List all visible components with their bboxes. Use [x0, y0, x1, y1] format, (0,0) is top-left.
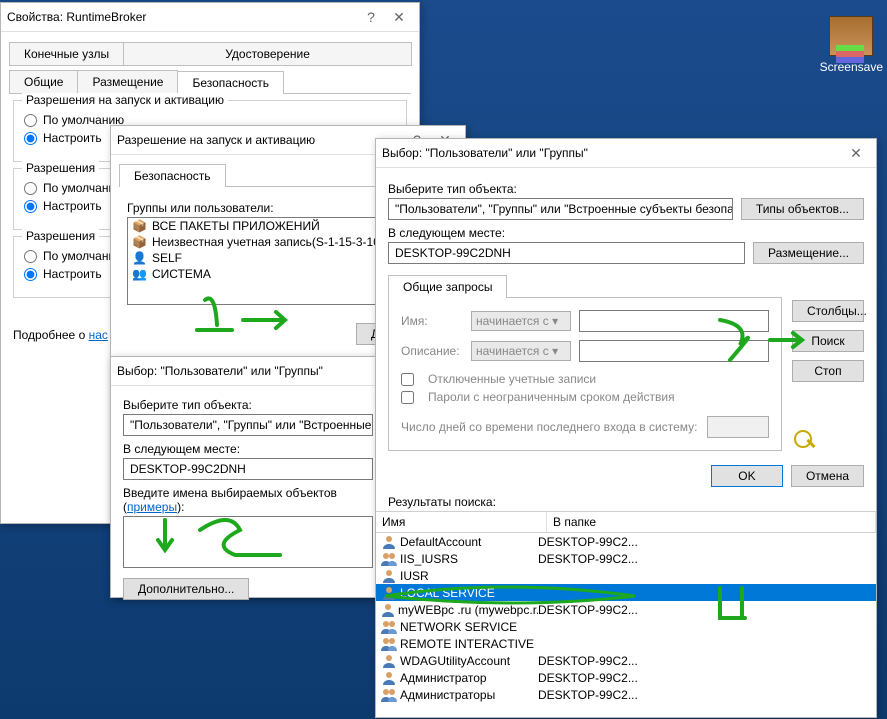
- group-perm-legend-3: Разрешения: [22, 229, 99, 243]
- close-button[interactable]: ✕: [842, 145, 870, 162]
- label-location: В следующем месте:: [123, 442, 365, 456]
- window-title: Выбор: "Пользователи" или "Группы": [382, 146, 842, 160]
- package-icon: 📦: [132, 219, 148, 233]
- window-select-users-small: Выбор: "Пользователи" или "Группы" Выбер…: [110, 356, 378, 598]
- desc-match-select[interactable]: начинается с ▾: [471, 341, 571, 361]
- object-type-field: "Пользователи", "Группы" или "Встроенные…: [123, 414, 373, 436]
- radio-default-3[interactable]: [24, 250, 37, 263]
- group-icon: [380, 687, 398, 703]
- tab-endpoints[interactable]: Конечные узлы: [9, 42, 124, 66]
- group-launch-legend: Разрешения на запуск и активацию: [22, 93, 228, 107]
- result-row[interactable]: REMOTE INTERACTIVE ...: [376, 635, 876, 652]
- result-row[interactable]: LOCAL SERVICE: [376, 584, 876, 601]
- col-folder[interactable]: В папке: [547, 512, 876, 532]
- tab-security[interactable]: Безопасность: [119, 164, 226, 187]
- result-row[interactable]: myWEBpc .ru (mywebpc.r...DESKTOP-99C2...: [376, 601, 876, 618]
- result-row[interactable]: АдминистраторыDESKTOP-99C2...: [376, 686, 876, 703]
- col-name[interactable]: Имя: [376, 512, 547, 532]
- result-row[interactable]: IUSR: [376, 567, 876, 584]
- label-results: Результаты поиска:: [388, 495, 864, 509]
- desktop-icon-label: Screensave: [820, 60, 883, 74]
- tab-identity[interactable]: Удостоверение: [123, 42, 412, 66]
- group-icon: [380, 619, 398, 635]
- group-icon: [380, 636, 398, 652]
- window-title: Выбор: "Пользователи" или "Группы": [117, 364, 371, 378]
- group-icon: [380, 551, 398, 567]
- label-location: В следующем месте:: [388, 226, 864, 240]
- days-spinner[interactable]: [707, 416, 769, 438]
- window-title: Разрешение на запуск и активацию: [117, 133, 403, 147]
- close-button[interactable]: ✕: [385, 9, 413, 26]
- label-name: Имя:: [401, 314, 463, 328]
- results-header: Имя В папке: [376, 512, 876, 533]
- object-types-button[interactable]: Типы объектов...: [741, 198, 864, 220]
- label-days: Число дней со времени последнего входа в…: [401, 420, 699, 434]
- user-icon: [380, 670, 398, 686]
- tab-placement[interactable]: Размещение: [77, 70, 178, 93]
- search-button[interactable]: Поиск: [792, 330, 864, 352]
- package-icon: 📦: [132, 235, 148, 249]
- radio-default-2[interactable]: [24, 182, 37, 195]
- chk-neverexpire[interactable]: [401, 391, 414, 404]
- label-desc: Описание:: [401, 344, 463, 358]
- window-select-users-large: Выбор: "Пользователи" или "Группы" ✕ Выб…: [375, 138, 877, 718]
- radio-default-1[interactable]: [24, 114, 37, 127]
- stop-button[interactable]: Стоп: [792, 360, 864, 382]
- radio-custom-3[interactable]: [24, 268, 37, 281]
- label-object-type: Выберите тип объекта:: [123, 398, 365, 412]
- label-object-type: Выберите тип объекта:: [388, 182, 864, 196]
- ok-button[interactable]: OK: [711, 465, 783, 487]
- group-perm-legend-2: Разрешения: [22, 161, 99, 175]
- radio-custom-1[interactable]: [24, 132, 37, 145]
- magnifier-icon: [792, 428, 820, 450]
- desktop-icon-screensave[interactable]: Screensave: [820, 16, 883, 74]
- result-row[interactable]: АдминистраторDESKTOP-99C2...: [376, 669, 876, 686]
- result-row[interactable]: DefaultAccountDESKTOP-99C2...: [376, 533, 876, 550]
- results-list[interactable]: DefaultAccountDESKTOP-99C2...IIS_IUSRSDE…: [376, 533, 876, 709]
- help-button[interactable]: ?: [357, 9, 385, 25]
- cancel-button[interactable]: Отмена: [791, 465, 864, 487]
- footer-more: Подробнее о: [13, 328, 89, 342]
- link-examples[interactable]: примеры: [127, 500, 177, 514]
- radio-custom-2[interactable]: [24, 200, 37, 213]
- desc-input[interactable]: [579, 340, 769, 362]
- advanced-button[interactable]: Дополнительно...: [123, 578, 249, 600]
- chk-disabled[interactable]: [401, 373, 414, 386]
- location-field: DESKTOP-99C2DNH: [123, 458, 373, 480]
- name-input[interactable]: [579, 310, 769, 332]
- winrar-icon: [829, 16, 873, 56]
- name-match-select[interactable]: начинается с ▾: [471, 311, 571, 331]
- footer-link[interactable]: нас: [89, 328, 108, 342]
- user-icon: [380, 602, 396, 618]
- location-button[interactable]: Размещение...: [753, 242, 864, 264]
- result-row[interactable]: NETWORK SERVICE: [376, 618, 876, 635]
- user-icon: 👤: [132, 251, 148, 265]
- window-title: Свойства: RuntimeBroker: [7, 10, 357, 24]
- object-type-field: "Пользователи", "Группы" или "Встроенные…: [388, 198, 733, 220]
- result-row[interactable]: WDAGUtilityAccountDESKTOP-99C2...: [376, 652, 876, 669]
- tab-security[interactable]: Безопасность: [177, 71, 284, 94]
- user-icon: [380, 534, 398, 550]
- tab-common-queries[interactable]: Общие запросы: [388, 275, 507, 298]
- user-icon: [380, 653, 398, 669]
- result-row[interactable]: IIS_IUSRSDESKTOP-99C2...: [376, 550, 876, 567]
- tab-general[interactable]: Общие: [9, 70, 78, 93]
- group-icon: 👥: [132, 267, 148, 281]
- names-field[interactable]: [123, 516, 373, 568]
- columns-button[interactable]: Столбцы...: [792, 300, 864, 322]
- user-icon: [380, 568, 398, 584]
- user-icon: [380, 585, 398, 601]
- location-field: DESKTOP-99C2DNH: [388, 242, 745, 264]
